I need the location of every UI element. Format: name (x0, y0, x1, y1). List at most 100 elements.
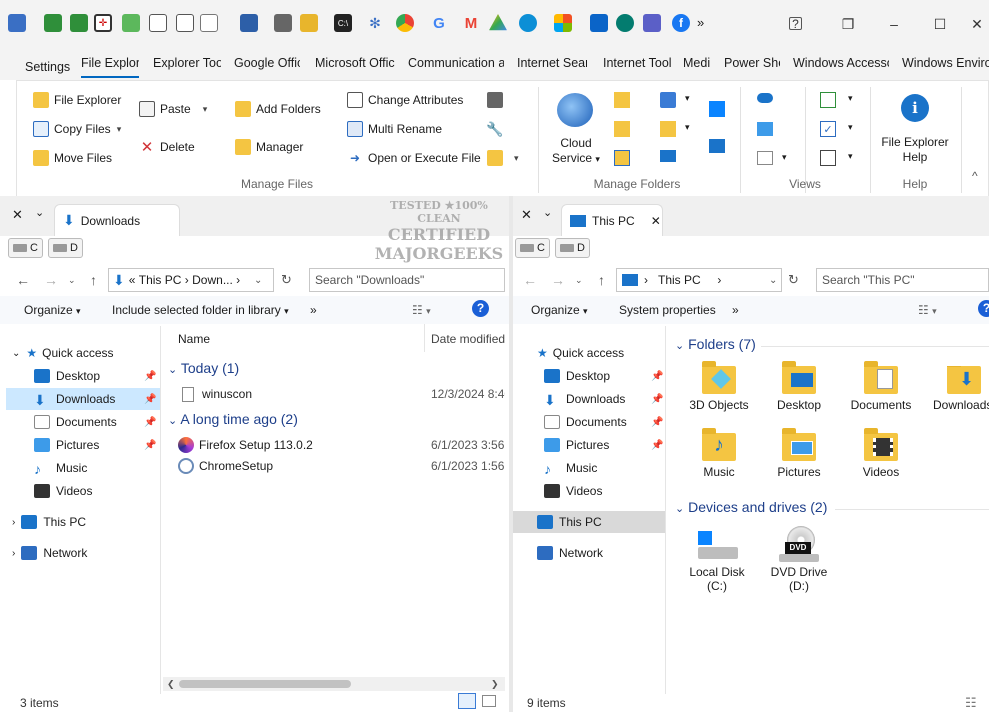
pin-icon[interactable]: 📌 (144, 371, 156, 382)
open-execute-button[interactable]: ➜ Open or Execute File (347, 150, 481, 166)
gmail-icon[interactable]: M (462, 14, 480, 32)
tree-music[interactable]: ♪ Music (34, 457, 87, 479)
view-mode-icon[interactable]: ☷ ▾ (918, 303, 937, 317)
tab-windows-accessories[interactable]: Windows Accessoi (793, 56, 889, 70)
grid-icon[interactable] (200, 14, 218, 32)
folder-pictures[interactable]: Pictures (761, 428, 837, 479)
tree-this-pc[interactable]: This PC (513, 511, 665, 533)
cmd-icon[interactable]: C:\ (334, 14, 352, 32)
tab-settings[interactable]: Settings (25, 60, 70, 74)
bug-icon[interactable]: ✻ (366, 14, 384, 32)
checkbox-view-icon[interactable]: ✓ (820, 121, 836, 137)
zip-button[interactable]: ▾ (487, 150, 519, 166)
restore-icon[interactable]: ❐ (836, 12, 860, 36)
network-drive-icon[interactable] (660, 92, 676, 108)
breadcrumb-this-pc[interactable]: This PC (139, 273, 182, 287)
folder-videos[interactable]: Videos (843, 428, 919, 479)
address-chevron-icon[interactable]: ⌄ (254, 275, 262, 286)
folder-downloads[interactable]: ⬇ Downloads (925, 366, 989, 412)
up-arrow-icon[interactable]: ↑ (90, 272, 97, 288)
pin-icon[interactable]: 📌 (651, 417, 663, 428)
image-icon[interactable] (757, 122, 773, 136)
scroll-left-icon[interactable]: ❮ (167, 679, 175, 690)
tree-videos[interactable]: Videos (544, 480, 602, 502)
close-tab-icon[interactable]: ✕ (651, 214, 661, 228)
copy-files-button[interactable]: Copy Files ▾ (33, 121, 121, 137)
google-icon[interactable]: G (430, 14, 448, 32)
recent-chevron-icon[interactable]: ⌄ (68, 275, 76, 286)
left-address-bar[interactable]: ⬇ « This PC › Down... › (108, 268, 274, 292)
column-divider[interactable] (424, 324, 425, 352)
tree-this-pc[interactable]: › This PC (12, 511, 86, 533)
more-commands-icon[interactable]: » (310, 303, 317, 317)
recent-chevron-icon[interactable]: ⌄ (575, 275, 583, 286)
scrollbar-thumb[interactable] (179, 680, 351, 688)
onedrive-icon[interactable] (757, 93, 773, 103)
add-folders-button[interactable]: Add Folders (235, 101, 321, 117)
outlook-icon[interactable] (590, 14, 608, 32)
folder-music[interactable]: ♪ Music (681, 428, 757, 479)
help-icon[interactable]: ? (978, 300, 989, 317)
change-attributes-button[interactable]: Change Attributes (347, 92, 463, 108)
drive-c-button[interactable]: C (515, 238, 550, 258)
system-properties-button[interactable]: System properties (619, 303, 716, 317)
drive-icon[interactable] (489, 14, 507, 31)
pin-icon[interactable]: 📌 (144, 417, 156, 428)
pin-icon[interactable]: 📌 (144, 394, 156, 405)
back-arrow-icon[interactable]: ← (16, 272, 30, 288)
close-pane-icon[interactable]: ✕ (12, 207, 23, 223)
teams-icon[interactable] (643, 14, 661, 32)
close-pane-icon[interactable]: ✕ (521, 207, 532, 223)
pin-icon[interactable]: 📌 (651, 394, 663, 405)
move-files-button[interactable]: Move Files (33, 150, 112, 166)
sharepoint-icon[interactable] (616, 14, 634, 32)
drive-dvd[interactable]: DVD DVD Drive (D:) (761, 526, 837, 593)
tab-microsoft-office[interactable]: Microsoft Offic (315, 56, 395, 70)
preview-icon[interactable] (820, 150, 836, 166)
tree-desktop[interactable]: Desktop (34, 365, 100, 387)
horizontal-scrollbar[interactable]: ❮ ❯ (163, 677, 505, 691)
pin-icon[interactable]: 📌 (651, 440, 663, 451)
microsoft-icon[interactable] (554, 14, 572, 32)
breadcrumb-downloads[interactable]: Down... (192, 273, 233, 287)
multi-rename-button[interactable]: Multi Rename (347, 121, 442, 137)
organize-menu[interactable]: Organize ▾ (531, 303, 588, 317)
windows-icon[interactable] (709, 101, 725, 117)
file-row[interactable]: ChromeSetup 6/1/2023 1:56 (178, 455, 505, 477)
toolbar-overflow-icon[interactable]: » (697, 15, 704, 30)
refresh-icon[interactable]: ↻ (788, 272, 799, 288)
tree-downloads[interactable]: ⬇ Downloads (544, 388, 625, 410)
tab-list-chevron-icon[interactable]: ⌄ (35, 206, 44, 219)
folder-list-icon[interactable] (614, 150, 630, 166)
close-button[interactable]: ✕ (965, 12, 989, 36)
group-header-long-ago[interactable]: ⌄ A long time ago (2) (168, 411, 298, 427)
column-header-date[interactable]: Date modified (431, 332, 505, 346)
forward-arrow-icon[interactable]: → (551, 272, 565, 288)
address-chevron-icon[interactable]: ⌄ (769, 275, 777, 286)
toolbar-green-icon-2[interactable] (70, 14, 88, 32)
drive-c-button[interactable]: C (8, 238, 43, 258)
right-search-input[interactable]: Search "This PC" (816, 268, 989, 292)
group-header-devices[interactable]: ⌄ Devices and drives (2) (675, 499, 827, 515)
tools-button[interactable]: 🔧 (486, 121, 508, 137)
tab-list-chevron-icon[interactable]: ⌄ (543, 206, 552, 219)
back-arrow-icon[interactable]: ← (523, 272, 537, 288)
layout-icon[interactable] (820, 92, 836, 108)
minimize-button[interactable]: – (882, 12, 906, 36)
file-row[interactable]: Firefox Setup 113.0.2 6/1/2023 3:56 (178, 434, 505, 456)
folder-search-icon[interactable] (300, 14, 318, 32)
folder-3d-objects[interactable]: 3D Objects (681, 361, 757, 412)
tab-downloads[interactable]: ⬇ Downloads (54, 204, 180, 236)
tree-music[interactable]: ♪ Music (544, 457, 597, 479)
drive-d-button[interactable]: D (555, 238, 590, 258)
large-icons-view-icon[interactable] (482, 695, 496, 707)
help-icon[interactable]: ? (789, 17, 802, 31)
tree-quick-access[interactable]: ⌄ ★ Quick access (12, 342, 114, 364)
tab-media[interactable]: Medi (683, 56, 713, 70)
details-view-icon[interactable] (458, 693, 476, 709)
facebook-icon[interactable]: f (672, 14, 690, 32)
file-explorer-button[interactable]: File Explorer (33, 92, 121, 108)
toolbar-green-icon-3[interactable] (122, 14, 140, 32)
split-vertical-icon[interactable] (176, 14, 194, 32)
tab-google-office[interactable]: Google Offic (234, 56, 300, 70)
